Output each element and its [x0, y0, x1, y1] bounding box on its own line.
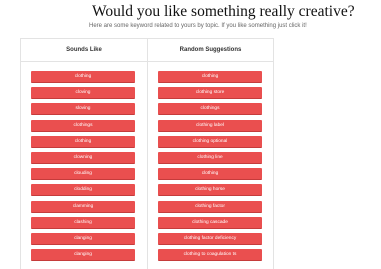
keyword-button[interactable]: cloving — [31, 87, 135, 100]
keyword-button[interactable]: clouding — [31, 168, 135, 181]
keyword-button[interactable]: clothing line — [158, 151, 262, 164]
random-suggestions-heading: Random Suggestions — [148, 39, 273, 62]
keyword-button[interactable]: clothing label — [158, 119, 262, 132]
keyword-button[interactable]: clodding — [31, 184, 135, 197]
keyword-button[interactable]: clothing store — [158, 87, 262, 100]
keyword-button[interactable]: clowning — [31, 151, 135, 164]
keyword-button[interactable]: clothings — [158, 103, 262, 116]
keyword-button[interactable]: clothing cascade — [158, 216, 262, 229]
page-title: Would you like something really creative… — [92, 3, 355, 20]
keyword-button[interactable]: clamming — [31, 200, 135, 213]
keyword-button[interactable]: sloving — [31, 103, 135, 116]
keyword-button[interactable]: clothing factor deficiency — [158, 232, 262, 245]
keyword-button[interactable]: clothing — [158, 168, 262, 181]
keyword-button[interactable]: clothings — [31, 119, 135, 132]
random-suggestions-panel: Random Suggestions clothing clothing sto… — [147, 38, 274, 269]
keyword-button[interactable]: clothing — [31, 135, 135, 148]
keyword-button[interactable]: clothing optional — [158, 135, 262, 148]
page-subtitle: Here are some keyword related to yours b… — [89, 23, 307, 29]
sounds-like-panel: Sounds Like clothing cloving sloving clo… — [20, 38, 148, 269]
random-suggestions-list: clothing clothing store clothings clothi… — [148, 71, 273, 265]
keyword-button[interactable]: clothing factor — [158, 200, 262, 213]
sounds-like-list: clothing cloving sloving clothings cloth… — [21, 71, 147, 265]
keyword-button[interactable]: clanging — [31, 232, 135, 245]
keyword-button[interactable]: clothing to coagulation ts — [158, 249, 262, 262]
keyword-button[interactable]: clothing — [158, 71, 262, 83]
keyword-button[interactable]: clothing — [31, 71, 135, 83]
keyword-button[interactable]: clothing horse — [158, 184, 262, 197]
keyword-button[interactable]: clashing — [31, 216, 135, 229]
sounds-like-heading: Sounds Like — [21, 39, 147, 62]
keyword-button[interactable]: clanging — [31, 249, 135, 262]
